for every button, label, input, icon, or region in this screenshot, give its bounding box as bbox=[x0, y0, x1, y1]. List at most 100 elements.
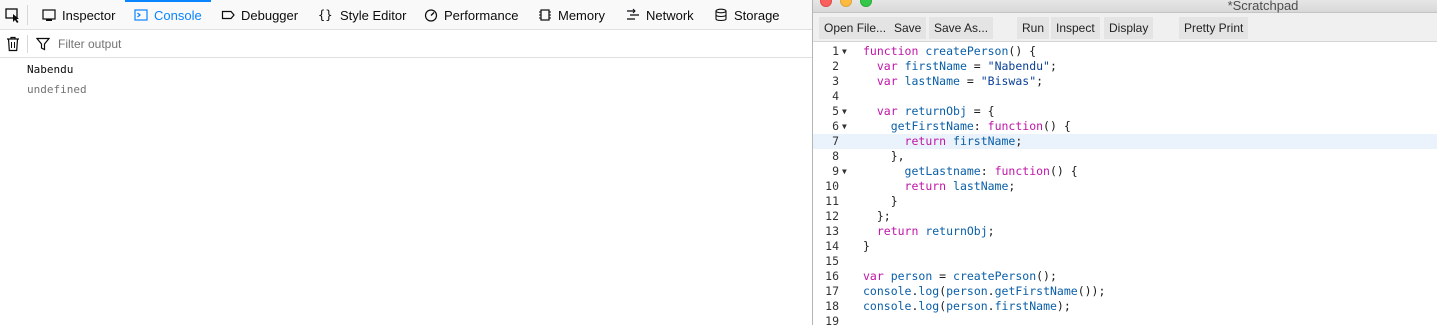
tab-debugger[interactable]: Debugger bbox=[221, 0, 298, 30]
display-button[interactable]: Display bbox=[1104, 17, 1154, 39]
tab-label: Console bbox=[154, 7, 202, 23]
code-text: function createPerson() { bbox=[863, 44, 1036, 59]
code-line[interactable]: 5 ▼ var returnObj = { bbox=[813, 104, 1437, 119]
tab-memory[interactable]: Memory bbox=[538, 0, 605, 30]
toolbar-divider bbox=[27, 5, 28, 25]
code-token: ()); bbox=[1077, 284, 1106, 298]
line-number: 5 bbox=[832, 104, 839, 118]
window-title: *Scratchpad bbox=[1227, 0, 1299, 13]
line-number: 12 bbox=[825, 209, 839, 223]
code-line[interactable]: 17 console.log(person.getFirstName()); bbox=[813, 284, 1437, 299]
line-number: 14 bbox=[825, 239, 839, 253]
style-editor-icon: {} bbox=[318, 8, 333, 22]
inspect-button[interactable]: Inspect bbox=[1051, 17, 1100, 39]
code-token: }; bbox=[863, 209, 891, 223]
code-token: firstName bbox=[904, 59, 967, 73]
code-token: . bbox=[987, 284, 995, 298]
code-line[interactable]: 19 bbox=[813, 314, 1437, 325]
memory-icon bbox=[538, 8, 552, 22]
line-number: 1 bbox=[832, 44, 839, 58]
line-number: 11 bbox=[825, 194, 839, 208]
tab-network[interactable]: Network bbox=[626, 0, 694, 30]
code-token: : bbox=[973, 119, 988, 133]
code-line[interactable]: 14} bbox=[813, 239, 1437, 254]
code-token: ; bbox=[1008, 179, 1016, 193]
line-number: 2 bbox=[832, 59, 839, 73]
code-token: person bbox=[946, 284, 988, 298]
code-token: console bbox=[863, 299, 912, 313]
tab-storage[interactable]: Storage bbox=[714, 0, 780, 30]
code-token: = bbox=[932, 269, 954, 283]
code-line[interactable]: 18 console.log(person.firstName); bbox=[813, 299, 1437, 314]
code-token: () { bbox=[1043, 119, 1071, 133]
code-line[interactable]: 15 bbox=[813, 254, 1437, 269]
code-line[interactable]: 13 return returnObj; bbox=[813, 224, 1437, 239]
code-line[interactable]: 12 }; bbox=[813, 209, 1437, 224]
code-line[interactable]: 16 var person = createPerson(); bbox=[813, 269, 1437, 284]
code-line[interactable]: 11 } bbox=[813, 194, 1437, 209]
filter-icon bbox=[35, 37, 51, 51]
open-file-button[interactable]: Open File... bbox=[819, 17, 892, 39]
code-token: return bbox=[904, 134, 954, 148]
code-token: ; bbox=[1015, 134, 1023, 148]
tab-performance[interactable]: Performance bbox=[424, 0, 518, 30]
code-token: = bbox=[959, 74, 981, 88]
code-token: . bbox=[987, 299, 995, 313]
fold-arrow-icon[interactable]: ▼ bbox=[842, 104, 852, 119]
code-token: (); bbox=[1036, 269, 1057, 283]
code-line[interactable]: 6 ▼ getFirstName: function() { bbox=[813, 119, 1437, 134]
code-line[interactable]: 2 var firstName = "Nabendu"; bbox=[813, 59, 1437, 74]
code-text: return firstName; bbox=[863, 134, 1023, 149]
code-token: function bbox=[994, 164, 1050, 178]
code-text: getLastname: function() { bbox=[863, 164, 1078, 179]
code-text: console.log(person.firstName); bbox=[863, 299, 1071, 314]
filter-output-input[interactable] bbox=[58, 34, 558, 54]
code-token: returnObj bbox=[904, 104, 967, 118]
code-line[interactable]: 10 return lastName; bbox=[813, 179, 1437, 194]
tab-inspector[interactable]: Inspector bbox=[42, 0, 115, 30]
run-button[interactable]: Run bbox=[1017, 17, 1050, 39]
pretty-print-button[interactable]: Pretty Print bbox=[1179, 17, 1249, 39]
code-token: createPerson bbox=[953, 269, 1037, 283]
code-token: firstName bbox=[994, 299, 1057, 313]
save-button[interactable]: Save bbox=[889, 17, 927, 39]
devtools-tabbar: Inspector Console Debugger {} Style Edit… bbox=[0, 0, 812, 30]
code-line[interactable]: 7 return firstName; bbox=[813, 134, 1437, 149]
code-editor[interactable]: 1 ▼ function createPerson() {2 var firstNa… bbox=[813, 42, 1437, 325]
code-line[interactable]: 8 }, bbox=[813, 149, 1437, 164]
code-token: ; bbox=[1036, 74, 1044, 88]
code-line[interactable]: 3 var lastName = "Biswas"; bbox=[813, 74, 1437, 89]
fold-arrow-icon[interactable]: ▼ bbox=[842, 164, 852, 179]
code-token: lastName bbox=[953, 179, 1009, 193]
tab-console[interactable]: Console bbox=[125, 0, 211, 30]
code-text: } bbox=[863, 194, 898, 209]
trash-icon[interactable] bbox=[6, 36, 20, 52]
code-token: person bbox=[946, 299, 988, 313]
element-picker-icon[interactable] bbox=[4, 6, 22, 24]
code-token: "Nabendu" bbox=[987, 59, 1050, 73]
save-as-button[interactable]: Save As... bbox=[929, 17, 994, 39]
fold-arrow-icon[interactable]: ▼ bbox=[842, 44, 852, 59]
code-token: return bbox=[876, 224, 926, 238]
tab-style-editor[interactable]: {} Style Editor bbox=[318, 0, 406, 30]
code-text: var lastName = "Biswas"; bbox=[863, 74, 1043, 89]
code-text: return returnObj; bbox=[863, 224, 995, 239]
code-token: = bbox=[966, 59, 988, 73]
scratchpad-window: *Scratchpad Open File... Save Save As...… bbox=[812, 0, 1437, 325]
code-token: var bbox=[876, 74, 905, 88]
code-token: getFirstName bbox=[994, 284, 1078, 298]
code-line[interactable]: 4 bbox=[813, 89, 1437, 104]
code-line[interactable]: 9 ▼ getLastname: function() { bbox=[813, 164, 1437, 179]
line-number: 4 bbox=[832, 89, 839, 103]
code-token: () { bbox=[1008, 44, 1037, 58]
tab-label: Network bbox=[646, 7, 694, 23]
code-token: function bbox=[863, 44, 926, 58]
fold-arrow-icon[interactable]: ▼ bbox=[842, 119, 852, 134]
console-filter-bar bbox=[0, 30, 812, 58]
code-line[interactable]: 1 ▼ function createPerson() { bbox=[813, 44, 1437, 59]
